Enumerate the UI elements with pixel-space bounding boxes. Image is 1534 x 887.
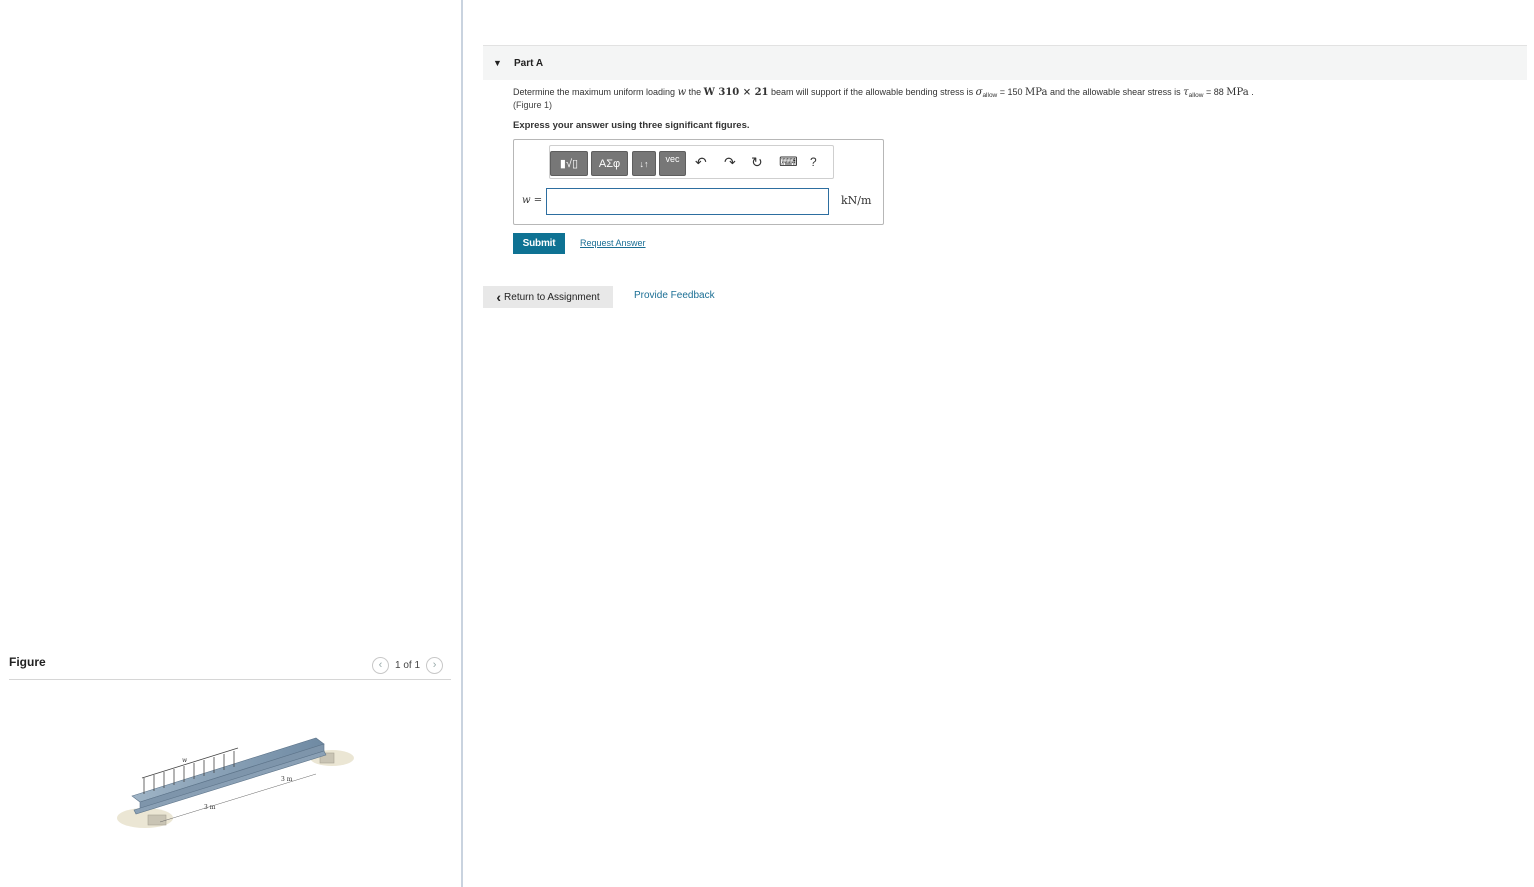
answer-variable: w = [522,195,543,206]
chevron-left-icon[interactable]: ‹ [372,656,389,674]
question-segment: and the allowable shear stress is [1047,87,1184,97]
question-segment: beam will support if the allowable bendi… [768,87,976,97]
figure-divider [9,679,451,680]
request-answer-link[interactable]: Request Answer [580,238,646,248]
load-label: w [182,757,188,764]
return-to-assignment-button[interactable]: ‹ Return to Assignment [483,286,613,308]
submit-button[interactable]: Submit [513,233,565,254]
shear-value: = 88 [1203,87,1227,97]
chevron-right-icon[interactable]: › [426,656,444,674]
span-left-label: 3 m [204,804,216,811]
templates-button[interactable]: ▮√▯ [550,151,588,176]
provide-feedback-link[interactable]: Provide Feedback [634,290,715,301]
variable-w: w [677,87,687,98]
answer-label: w = [522,195,542,206]
greek-symbols-button[interactable]: ΑΣφ [591,151,628,176]
figure-pager-count: 1 of 1 [395,659,421,671]
figure-pane: Figure ‹ 1 of 1 › w 3 m 3 m [0,0,461,887]
keyboard-icon[interactable]: ⌨ [779,154,798,170]
sigma-subscript: allow [982,92,998,99]
pane-divider [461,0,463,887]
figure-pager: ‹ 1 of 1 › [372,656,444,674]
help-icon[interactable]: ? [810,154,817,170]
vector-button[interactable]: vec [659,151,686,176]
return-label: Return to Assignment [504,291,600,303]
bending-unit: MPa [1025,87,1048,98]
figure-link[interactable]: (Figure 1) [513,100,552,110]
beam-designation: W 310 × 21 [703,87,769,98]
beam-top-flange [131,737,325,803]
math-toolbar: ▮√▯ ΑΣφ ↓↑ vec ↶ ↷ ↻ ⌨ ? [549,145,834,179]
question-text: Determine the maximum uniform loading w … [513,87,1254,99]
beam-figure-image[interactable]: w 3 m 3 m [110,718,360,843]
chevron-left-icon: ‹ [496,289,502,305]
answer-input[interactable] [546,188,829,215]
instruction-text: Express your answer using three signific… [513,120,750,131]
question-segment: the [686,87,704,97]
shear-unit: MPa [1226,87,1249,98]
span-right-label: 3 m [281,776,293,783]
part-title: Part A [514,58,544,69]
tau-subscript: allow [1188,92,1204,99]
left-support [147,814,167,826]
undo-icon[interactable]: ↶ [695,154,707,170]
sort-button[interactable]: ↓↑ [632,151,656,176]
question-segment: . [1248,87,1254,97]
beam-bottom-flange [133,750,327,815]
part-header[interactable]: ▼ Part A [483,45,1527,80]
question-segment: Determine the maximum uniform loading [513,87,678,97]
redo-icon[interactable]: ↷ [724,154,736,170]
answer-unit: kN/m [841,194,872,207]
figure-title: Figure [9,655,46,669]
collapse-toggle-icon[interactable]: ▼ [493,58,502,68]
reset-icon[interactable]: ↻ [751,154,763,170]
bending-value: = 150 [997,87,1026,97]
